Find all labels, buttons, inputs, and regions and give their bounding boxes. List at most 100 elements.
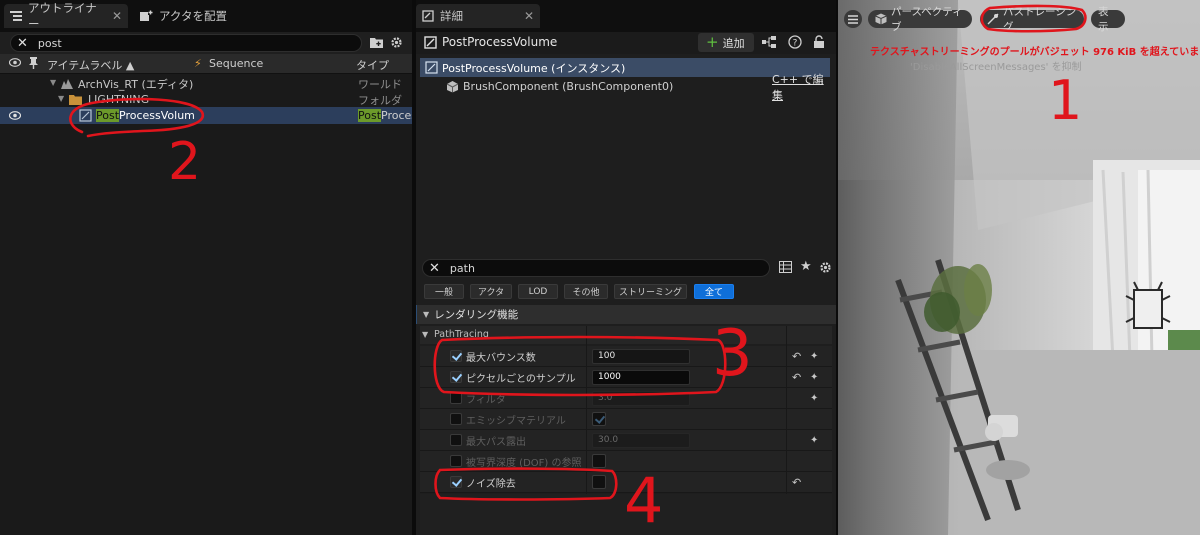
place-actors-icon xyxy=(140,9,153,23)
annotation-number-1: 1 xyxy=(1048,69,1083,132)
tree-row-label: ArchVis_RT (エディタ) xyxy=(78,77,194,91)
tree-row-type: PostProces xyxy=(358,109,417,122)
volume-icon xyxy=(425,61,438,74)
expand-arrow-icon[interactable]: ▼ xyxy=(50,78,56,87)
add-component-button[interactable]: + 追加 xyxy=(698,33,754,52)
keyframe-icon[interactable]: ✦ xyxy=(810,372,818,383)
reset-icon[interactable]: ↶ xyxy=(792,350,801,363)
svg-text:?: ? xyxy=(793,39,798,49)
close-icon[interactable]: ✕ xyxy=(524,9,534,23)
annotation-box-4 xyxy=(434,467,618,501)
sequence-lightning-icon: ⚡ xyxy=(194,57,202,70)
actor-icon xyxy=(424,36,437,49)
gear-icon[interactable] xyxy=(819,261,832,274)
tab-details[interactable]: 詳細 ✕ xyxy=(416,4,540,28)
scene-render xyxy=(838,0,1200,535)
component-row-brush[interactable]: BrushComponent (BrushComponent0) C++ で編集 xyxy=(420,73,830,102)
outliner-column-header: アイテムラベル ▲ ⚡ Sequence タイプ xyxy=(0,54,412,74)
details-search-input[interactable]: ✕ path xyxy=(422,259,770,277)
edit-cpp-link[interactable]: C++ で編集 xyxy=(772,71,830,103)
keyframe-icon[interactable]: ✦ xyxy=(810,351,818,362)
panel-splitter[interactable] xyxy=(836,0,838,535)
outliner-search-value: post xyxy=(37,36,62,50)
outliner-icon xyxy=(10,10,22,22)
show-button[interactable]: 表示 xyxy=(1091,6,1125,33)
filter-general[interactable]: 一般 xyxy=(424,284,464,299)
hamburger-icon xyxy=(848,14,858,24)
perspective-button[interactable]: パースペクティブ xyxy=(868,6,972,33)
pin-column-icon[interactable] xyxy=(29,57,38,69)
annotation-number-2: 2 xyxy=(168,132,202,192)
gear-icon[interactable] xyxy=(390,36,403,49)
column-label[interactable]: アイテムラベル ▲ xyxy=(47,57,134,73)
blueprint-icon[interactable] xyxy=(762,36,776,48)
outliner-panel: アウトライナー ✕ アクタを配置 ✕ post アイテムラベル ▲ ⚡ Sequ… xyxy=(0,0,417,535)
details-panel: 詳細 ✕ PostProcessVolume + 追加 ? PostProces… xyxy=(416,0,836,535)
filter-lod[interactable]: LOD xyxy=(518,284,558,299)
tree-row-type: フォルダ xyxy=(358,93,402,107)
tab-outliner[interactable]: アウトライナー ✕ xyxy=(4,1,128,31)
annotation-number-4: 4 xyxy=(624,464,664,535)
annotation-circle-1 xyxy=(980,4,1087,33)
property-max-path-exposure: 最大パス露出 30.0 ✦ xyxy=(420,430,832,451)
component-row-instance[interactable]: PostProcessVolume (インスタンス) xyxy=(420,58,830,77)
tab-details-label: 詳細 xyxy=(440,9,463,23)
annotation-number-3: 3 xyxy=(712,317,753,391)
override-checkbox[interactable] xyxy=(450,413,462,425)
override-checkbox[interactable] xyxy=(450,434,462,446)
viewport-menu-button[interactable] xyxy=(844,10,862,28)
panel-splitter[interactable] xyxy=(412,0,416,535)
property-name: エミッシブマテリアル xyxy=(466,415,566,427)
lock-icon[interactable] xyxy=(813,35,825,49)
close-icon[interactable]: ✕ xyxy=(112,9,122,23)
details-header: PostProcessVolume + 追加 ? xyxy=(416,32,836,54)
details-search-value: path xyxy=(449,261,475,275)
column-type[interactable]: タイプ xyxy=(356,57,389,73)
column-divider xyxy=(786,326,787,494)
category-label: レンダリング機能 xyxy=(434,309,519,321)
filter-actor[interactable]: アクタ xyxy=(470,284,512,299)
emissive-materials-checkbox[interactable] xyxy=(592,412,606,426)
filter-other[interactable]: その他 xyxy=(564,284,608,299)
filter-streaming[interactable]: ストリーミング xyxy=(614,284,687,299)
viewport[interactable]: パースペクティブ パストレーシング 表示 テクスチャストリーミングのプールがバジ… xyxy=(838,0,1200,535)
collapse-arrow-icon[interactable]: ▼ xyxy=(423,310,429,319)
add-label: 追加 xyxy=(722,36,745,50)
reset-icon[interactable]: ↶ xyxy=(792,371,801,384)
tab-place-actors-label: アクタを配置 xyxy=(159,9,227,23)
keyframe-icon[interactable]: ✦ xyxy=(810,393,818,404)
column-sequence[interactable]: Sequence xyxy=(209,57,263,70)
keyframe-icon[interactable]: ✦ xyxy=(810,435,818,446)
show-label: 表示 xyxy=(1098,6,1109,33)
perspective-label: パースペクティブ xyxy=(891,6,963,33)
help-icon[interactable]: ? xyxy=(788,35,802,49)
tree-row-world[interactable]: ▼ ArchVis_RT (エディタ) ワールド xyxy=(0,75,412,92)
outliner-tabbar: アウトライナー ✕ アクタを配置 xyxy=(0,0,412,32)
table-view-icon[interactable] xyxy=(779,261,792,273)
visibility-eye-icon[interactable] xyxy=(9,111,21,120)
folder-add-icon[interactable] xyxy=(370,36,384,49)
visibility-column-icon[interactable] xyxy=(9,58,21,67)
outliner-search-input[interactable]: ✕ post xyxy=(10,34,362,52)
tab-outliner-label: アウトライナー xyxy=(28,1,97,31)
details-search-row: ✕ path ★ xyxy=(416,257,836,279)
annotation-box-3 xyxy=(433,335,727,397)
property-emissive-materials: エミッシブマテリアル xyxy=(420,409,832,430)
component-label: PostProcessVolume (インスタンス) xyxy=(442,61,626,75)
world-icon xyxy=(61,78,73,89)
tab-place-actors[interactable]: アクタを配置 xyxy=(134,4,254,28)
details-icon xyxy=(422,10,434,22)
component-label: BrushComponent (BrushComponent0) xyxy=(463,80,674,93)
category-rendering-features[interactable]: ▼ レンダリング機能 xyxy=(416,305,836,324)
max-path-exposure-input[interactable]: 30.0 xyxy=(592,433,690,448)
search-match-highlight: Post xyxy=(358,109,382,122)
filter-all[interactable]: 全て xyxy=(694,284,734,299)
tree-row-type: ワールド xyxy=(358,77,402,91)
star-icon[interactable]: ★ xyxy=(800,259,812,274)
clear-search-icon[interactable]: ✕ xyxy=(429,261,440,276)
clear-search-icon[interactable]: ✕ xyxy=(17,36,28,51)
texture-streaming-warning: テクスチャストリーミングのプールがバジェット 976 KiB を超えています xyxy=(870,47,1200,58)
reset-icon[interactable]: ↶ xyxy=(792,476,801,489)
actor-name: PostProcessVolume xyxy=(442,35,558,49)
details-tabbar: 詳細 ✕ xyxy=(416,0,836,32)
